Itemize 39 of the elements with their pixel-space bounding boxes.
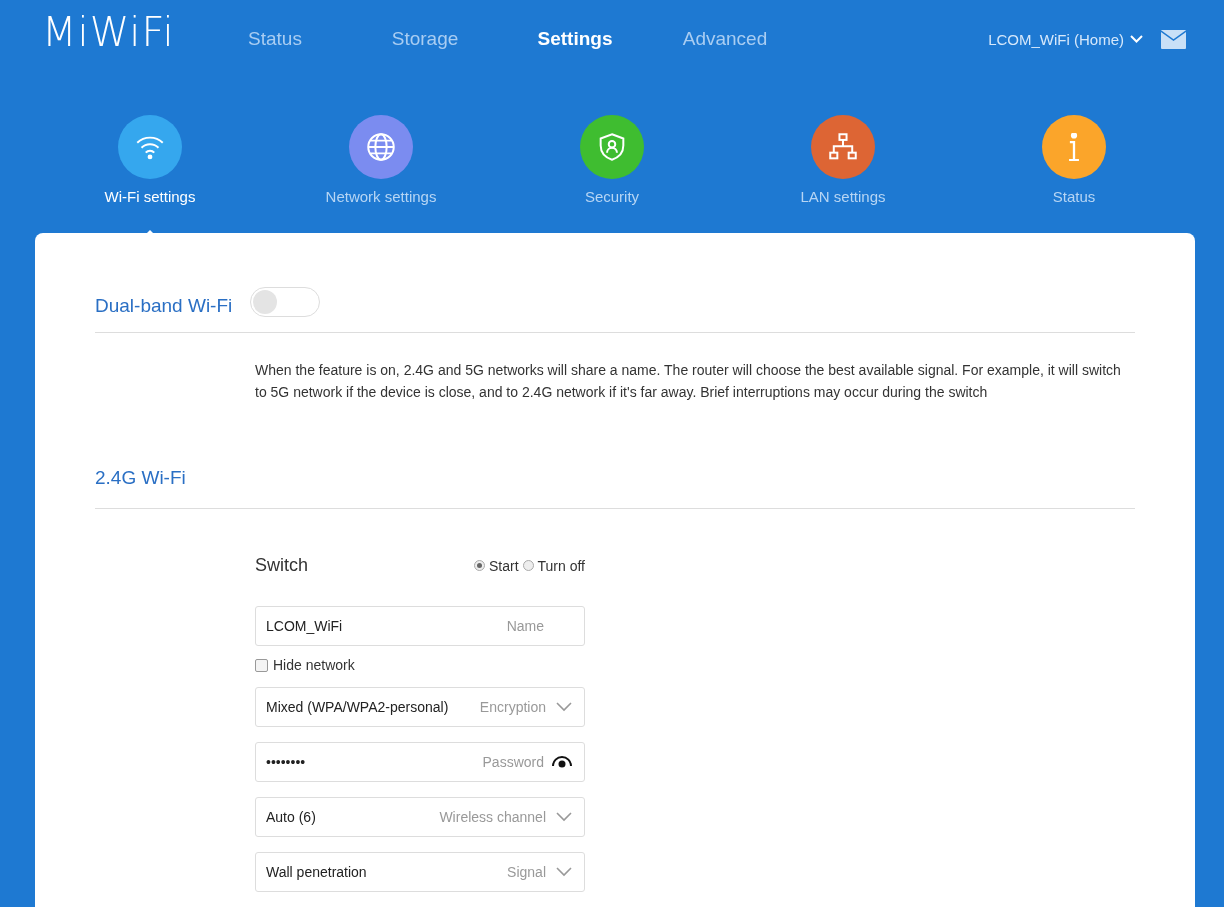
category-tab[interactable]: Security — [542, 115, 682, 233]
chevron-down-icon — [1130, 34, 1143, 44]
field-label: Wireless channel — [439, 809, 546, 825]
section-title: Dual-band Wi-Fi — [95, 295, 233, 317]
radio-label: Turn off — [537, 557, 585, 574]
field-label: Password — [482, 754, 544, 770]
router-selector[interactable]: LCOM_WiFi (Home) — [988, 30, 1143, 48]
mail-icon[interactable] — [1161, 29, 1186, 49]
field-value: Mixed (WPA/WPA2-personal) — [266, 699, 450, 715]
select-field[interactable]: Auto (6) Wireless channel — [255, 797, 585, 837]
logo: MiWiFi — [42, 9, 176, 56]
radio-label: Start — [488, 557, 519, 574]
field-value: Wall penetration — [266, 864, 368, 880]
field-label: Signal — [507, 864, 546, 880]
input-field[interactable]: LCOM_WiFi Name — [255, 606, 585, 646]
category-tab[interactable]: Network settings — [311, 115, 451, 233]
field-value: LCOM_WiFi — [266, 618, 344, 634]
section-title: 2.4G Wi-Fi — [95, 467, 186, 489]
caret-icon — [556, 702, 572, 712]
caret-icon — [556, 867, 572, 877]
password-field[interactable]: •••••••• Password — [255, 742, 585, 782]
field-value: Auto (6) — [266, 809, 317, 825]
switch-label: Switch — [255, 555, 308, 576]
field-value: •••••••• — [266, 754, 307, 770]
category-tab[interactable]: Status — [1004, 115, 1144, 233]
category-tab[interactable]: LAN settings — [773, 115, 913, 233]
field-label: Name — [506, 618, 544, 634]
caret-icon — [556, 812, 572, 822]
description-text: When the feature is on, 2.4G and 5G networks will share a name. The router will choose the best available signal. For example, it will switch to 5G network if the device is close, and to 2.4G network if it's far away. Brief interruptions may occur during the switch — [255, 361, 1122, 402]
checkbox-label: Hide network — [273, 657, 355, 673]
select-field[interactable]: Wall penetration Signal — [255, 852, 585, 892]
select-field[interactable]: Mixed (WPA/WPA2-personal) Encryption — [255, 687, 585, 727]
info-icon — [1067, 133, 1081, 162]
radio-button[interactable] — [522, 560, 534, 571]
toggle-switch[interactable] — [250, 287, 321, 317]
eye-icon[interactable] — [552, 756, 572, 768]
field-label: Encryption — [479, 699, 546, 715]
checkbox[interactable] — [255, 658, 268, 672]
radio-button[interactable] — [473, 560, 485, 571]
